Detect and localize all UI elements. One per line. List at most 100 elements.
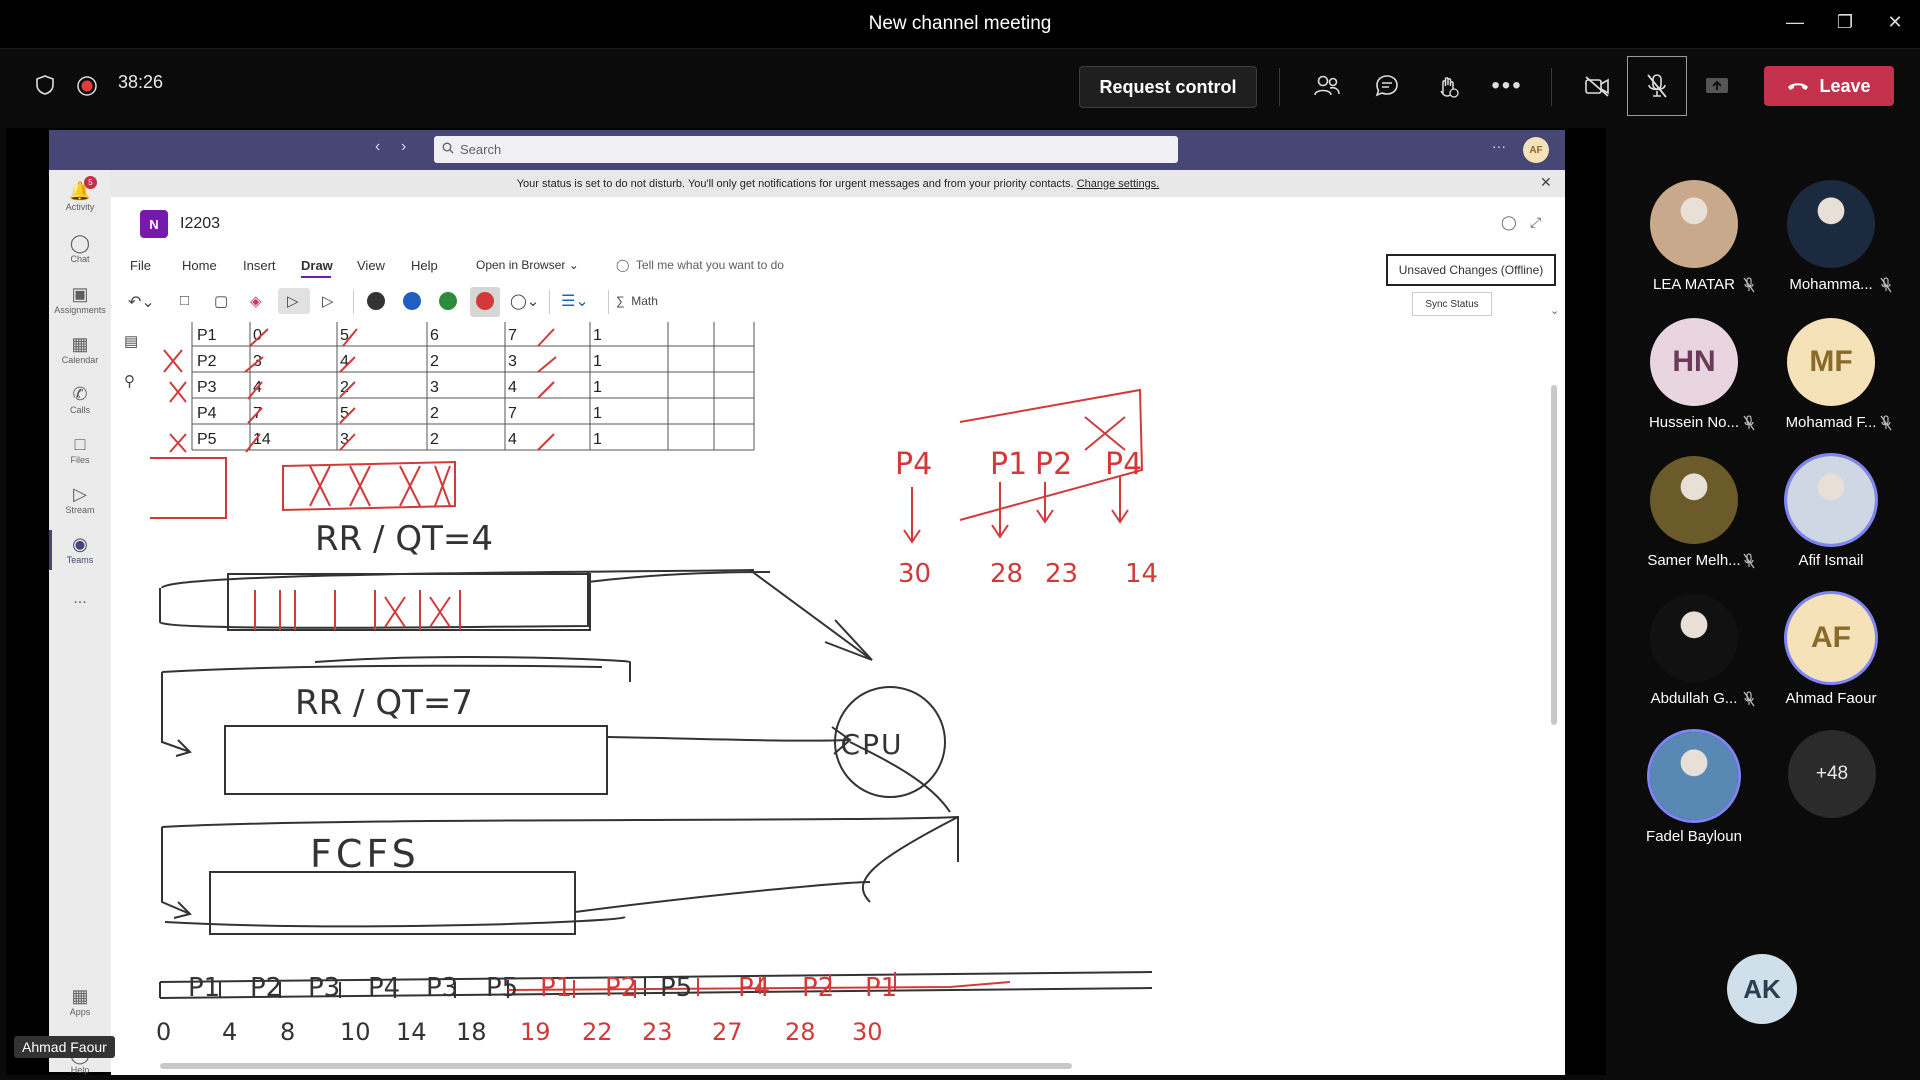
tell-me-box[interactable]: ◯ Tell me what you want to do — [616, 258, 784, 272]
participant-name: Afif Ismail — [1798, 552, 1864, 569]
rail-stream[interactable]: ▷ Stream — [49, 483, 111, 515]
participant-tile[interactable]: Samer Melh... — [1647, 456, 1755, 569]
gantt-process-label: P4 — [368, 973, 400, 1003]
stream-icon: ▷ — [73, 484, 87, 504]
camera-off-icon[interactable] — [1573, 62, 1621, 110]
unsaved-changes-status[interactable]: Unsaved Changes (Offline) — [1386, 254, 1556, 286]
eraser-icon[interactable]: ◈ — [250, 292, 262, 310]
participant-name: Fadel Bayloun — [1646, 828, 1742, 845]
rail-files[interactable]: □ Files — [49, 433, 111, 465]
teams-profile-avatar[interactable]: AF — [1523, 137, 1549, 163]
rail-calendar[interactable]: ▦ Calendar — [49, 333, 111, 365]
participant-avatar — [1650, 594, 1738, 682]
pen-color-red[interactable] — [476, 292, 494, 310]
banner-close-icon[interactable]: ✕ — [1540, 174, 1552, 191]
participant-tile[interactable]: HN Hussein No... — [1649, 318, 1755, 431]
chat-icon[interactable] — [1363, 62, 1411, 110]
handwriting-labels: RR / QT=4RR / QT=7FCFSCPUP1 P2 P3 P4 P3 P5 P1 P… — [156, 447, 1158, 1046]
self-avatar[interactable]: AK — [1727, 954, 1797, 1024]
participant-tile[interactable]: AF Ahmad Faour — [1786, 594, 1876, 707]
participant-name: Abdullah G... — [1650, 690, 1738, 707]
rail-calls[interactable]: ✆ Calls — [49, 383, 111, 415]
highlighter-icon[interactable]: ▷ — [322, 292, 334, 310]
rail-chat[interactable]: ◯ Chat — [49, 232, 111, 264]
teams-icon: ◉ — [72, 534, 88, 554]
table-cell-bt2: 4 — [508, 431, 517, 448]
pen-color-black[interactable] — [367, 292, 385, 310]
participant-tile[interactable]: LEA MATAR — [1650, 180, 1755, 293]
overflow-participants[interactable]: +48 — [1788, 730, 1876, 818]
collapse-icon[interactable]: ⤢ — [1530, 214, 1541, 231]
minimize-icon[interactable]: — — [1772, 0, 1818, 44]
menu-file[interactable]: File — [130, 258, 151, 273]
participant-tile[interactable]: MF Mohamad F... — [1786, 318, 1892, 431]
notebooks-icon[interactable]: ▤ — [124, 332, 138, 350]
more-options-icon[interactable]: ••• — [1483, 62, 1531, 110]
share-screen-icon[interactable] — [1693, 62, 1741, 110]
mic-muted-icon — [1742, 277, 1756, 296]
table-cell-io: 2 — [430, 431, 439, 448]
change-settings-link[interactable]: Change settings. — [1077, 178, 1160, 190]
gantt-time-label: 0 — [156, 1018, 171, 1046]
participant-tile[interactable]: Fadel Bayloun — [1646, 732, 1742, 845]
forward-arrow-icon[interactable]: › — [401, 138, 406, 156]
rail-activity[interactable]: 🔔 Activity — [49, 180, 111, 212]
open-in-browser-dropdown[interactable]: Open in Browser ⌄ — [476, 258, 579, 272]
rail-teams[interactable]: ◉ Teams — [49, 533, 111, 565]
menu-view[interactable]: View — [357, 258, 385, 273]
pen-color-blue[interactable] — [403, 292, 421, 310]
mic-muted-icon[interactable] — [1627, 56, 1687, 116]
gantt-time-label: 30 — [852, 1018, 883, 1046]
participant-name: Hussein No... — [1648, 414, 1740, 431]
participant-name: Mohamma... — [1789, 276, 1873, 293]
participant-name: Samer Melh... — [1647, 552, 1741, 569]
table-cell-bt2: 7 — [508, 405, 517, 422]
back-arrow-icon[interactable]: ‹ — [375, 138, 380, 156]
math-icon: ∑ — [616, 294, 625, 308]
horizontal-scrollbar[interactable] — [160, 1063, 1072, 1069]
table-cell-io: 2 — [430, 353, 439, 370]
drawing-canvas[interactable]: P1 0 5 6 7 1P2 3 4 2 3 1P3 4 2 3 4 1P4 7 5 2 7 1P5 14 3 2 4 1 — [150, 322, 1260, 1062]
menu-help[interactable]: Help — [411, 258, 438, 273]
pen-color-green[interactable] — [439, 292, 457, 310]
vertical-scrollbar[interactable] — [1551, 385, 1557, 725]
participant-tile[interactable]: Mohamma... — [1787, 180, 1892, 293]
restore-icon[interactable]: ❐ — [1822, 0, 1868, 44]
menu-draw[interactable]: Draw — [301, 258, 333, 273]
activity-badge: 5 — [84, 176, 97, 189]
menu-insert[interactable]: Insert — [243, 258, 276, 273]
close-icon[interactable]: ✕ — [1872, 0, 1918, 44]
ribbon-expand-icon[interactable]: ⌄ — [1550, 304, 1559, 317]
lasso-select-icon[interactable]: □ — [180, 292, 189, 309]
search-icon[interactable]: ⚲ — [124, 372, 135, 390]
teams-more-icon[interactable]: ··· — [1492, 138, 1506, 154]
mic-muted-icon — [1879, 415, 1893, 434]
math-button[interactable]: ∑ Math — [616, 294, 658, 308]
rail-assignments[interactable]: ▣ Assignments — [49, 283, 111, 315]
io-time-label: 23 — [1045, 559, 1078, 589]
rail-more[interactable]: ... — [49, 590, 111, 608]
participant-tile[interactable]: Afif Ismail — [1787, 456, 1875, 569]
leave-button[interactable]: Leave — [1764, 66, 1894, 106]
table-cell-pid: P5 — [197, 431, 217, 448]
participant-tile[interactable]: Abdullah G... — [1650, 594, 1755, 707]
table-cell-bt2: 3 — [508, 353, 517, 370]
request-control-button[interactable]: Request control — [1079, 66, 1257, 108]
reactions-icon[interactable] — [1423, 62, 1471, 110]
undo-icon[interactable]: ↶⌄ — [128, 292, 155, 312]
ink-effects-icon[interactable]: ◯⌄ — [510, 292, 539, 310]
rail-apps[interactable]: ▦ Apps — [49, 985, 111, 1017]
io-time-label: 28 — [990, 559, 1023, 589]
conversation-icon[interactable]: ◯ — [1501, 214, 1517, 231]
line-style-icon[interactable]: ☰⌄ — [561, 291, 589, 311]
rect-select-icon[interactable]: ▢ — [214, 292, 228, 310]
gantt-process-label: P1 — [540, 973, 572, 1003]
participant-avatar — [1650, 456, 1738, 544]
onenote-logo-icon: N — [140, 210, 168, 238]
pen-icon[interactable]: ▷ — [287, 292, 299, 310]
io-time-label: 14 — [1125, 559, 1158, 589]
io-process-label: P2 — [1035, 447, 1072, 482]
people-icon[interactable] — [1303, 62, 1351, 110]
teams-search-box[interactable]: Search — [434, 136, 1178, 163]
menu-home[interactable]: Home — [182, 258, 217, 273]
